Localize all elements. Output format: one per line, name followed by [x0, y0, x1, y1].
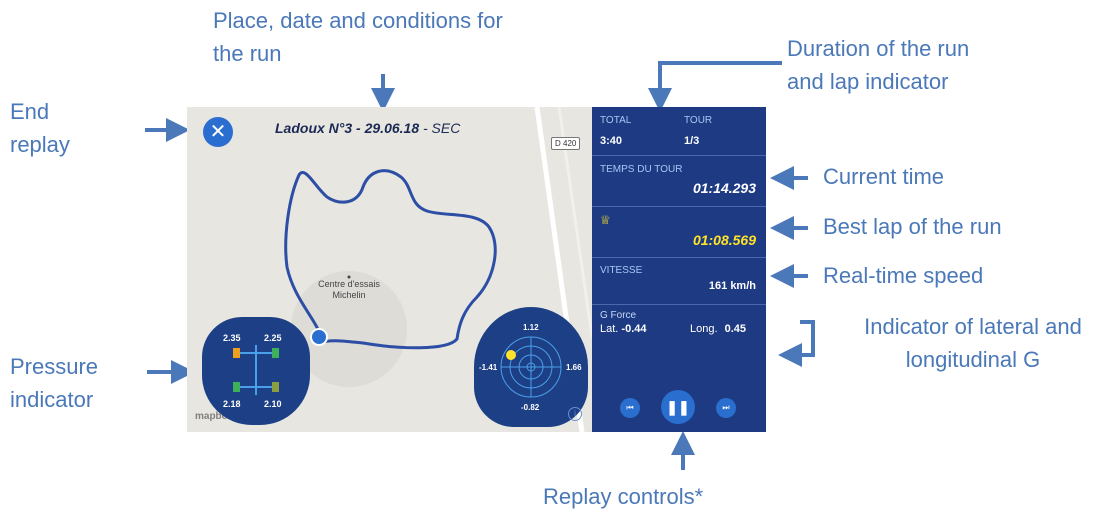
run-data-panel: TOTAL 3:40 TOUR 1/3 TEMPS DU TOUR 01:14.… [592, 107, 766, 432]
gforce-dot [506, 350, 516, 360]
pause-button[interactable]: ❚❚ [661, 390, 695, 424]
poi-label: Centre d'essais Michelin [318, 279, 380, 300]
lap-time-section: TEMPS DU TOUR 01:14.293 [592, 156, 766, 207]
skip-previous-button[interactable]: ⏮ [620, 398, 640, 418]
map-view[interactable]: ✕ Ladoux N°3 - 29.06.18 - SEC D 420 Cent… [187, 107, 592, 432]
tire-pressure-widget[interactable]: 2.35 2.25 2.18 2.10 [202, 317, 310, 425]
callout-place-date: Place, date and conditions for the run [213, 8, 503, 66]
best-lap-value: 01:08.569 [692, 232, 756, 248]
total-value: 3:40 [600, 135, 623, 147]
speed-label: VITESSE [600, 265, 643, 276]
tire-rear-left [233, 382, 240, 392]
run-title: Ladoux N°3 - 29.06.18 - SEC [275, 120, 461, 136]
lap-time-value: 01:14.293 [692, 180, 756, 196]
lap-time-label: TEMPS DU TOUR [600, 164, 683, 175]
chassis-icon [240, 345, 272, 395]
skip-previous-icon: ⏮ [626, 403, 634, 412]
end-replay-button[interactable]: ✕ [203, 117, 233, 147]
lateral-g: Lat. -0.44 [600, 323, 647, 335]
longitudinal-g: Long. 0.45 [690, 323, 747, 335]
pause-icon: ❚❚ [666, 398, 690, 415]
speed-section: VITESSE 161 km/h [592, 258, 766, 305]
tire-rear-right [272, 382, 279, 392]
car-position-marker [310, 328, 328, 346]
tire-front-right [272, 348, 279, 358]
skip-next-button[interactable]: ⏭ [716, 398, 736, 418]
best-lap-section: ♕ 01:08.569 [592, 207, 766, 258]
callout-pressure: Pressure indicator [10, 354, 99, 412]
duration-section: TOTAL 3:40 TOUR 1/3 [592, 107, 766, 156]
callout-speed: Real-time speed [823, 263, 984, 288]
gforce-section: G Force Lat. -0.44 Long. 0.45 [592, 305, 766, 357]
callout-end-replay: End replay [10, 99, 70, 157]
gforce-bottom-value: -0.82 [521, 403, 540, 412]
lap-label: TOUR [684, 115, 713, 126]
callout-duration: Duration of the run and lap indicator [787, 36, 970, 94]
callout-g-indicator: Indicator of lateral and longitudinal G [864, 314, 1082, 372]
callout-best-lap: Best lap of the run [823, 214, 1002, 239]
tire-front-right-value: 2.25 [264, 333, 282, 343]
close-icon: ✕ [209, 121, 227, 143]
callout-replay-controls: Replay controls* [543, 484, 704, 509]
tire-front-left-value: 2.35 [223, 333, 241, 343]
info-icon[interactable]: i [568, 407, 582, 421]
trophy-icon: ♕ [600, 213, 611, 227]
replay-screen: ✕ Ladoux N°3 - 29.06.18 - SEC D 420 Cent… [187, 107, 766, 432]
lap-value: 1/3 [684, 135, 700, 147]
road-badge: D 420 [551, 137, 581, 150]
total-label: TOTAL [600, 115, 632, 126]
skip-next-icon: ⏭ [722, 403, 730, 412]
gforce-left-value: -1.41 [479, 363, 498, 372]
callout-current-time: Current time [823, 164, 945, 189]
gforce-label: G Force [600, 310, 637, 321]
speed-value: 161 km/h [708, 280, 756, 292]
tire-rear-right-value: 2.10 [264, 399, 282, 409]
gforce-right-value: 1.66 [566, 363, 582, 372]
gforce-top-value: 1.12 [523, 323, 539, 332]
tire-front-left [233, 348, 240, 358]
tire-rear-left-value: 2.18 [223, 399, 241, 409]
